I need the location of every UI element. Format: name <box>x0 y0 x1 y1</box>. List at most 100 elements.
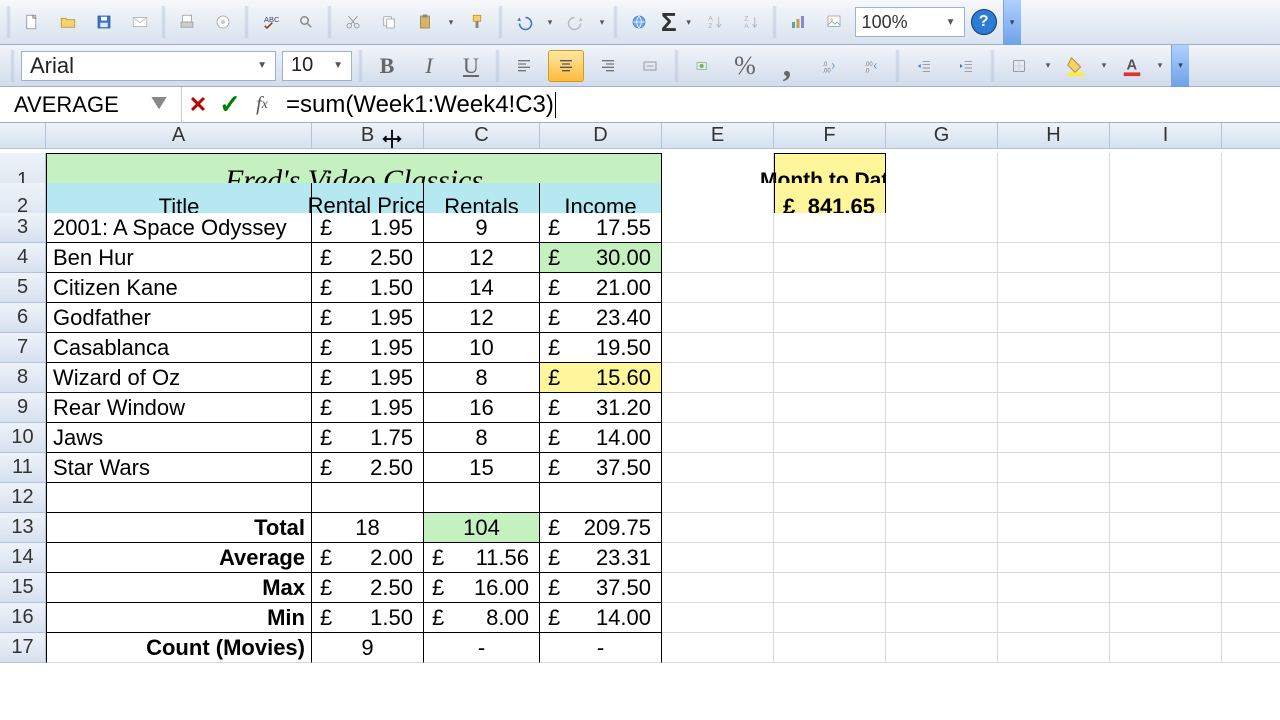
cell[interactable] <box>1110 453 1222 483</box>
format-painter-button[interactable] <box>462 5 492 39</box>
row-header-6[interactable]: 6 <box>0 303 46 333</box>
cell[interactable] <box>1222 483 1280 513</box>
cell[interactable] <box>662 633 774 663</box>
cell[interactable] <box>1110 243 1222 273</box>
data-rentals[interactable]: 15 <box>424 453 540 483</box>
cell[interactable] <box>886 243 998 273</box>
cell[interactable] <box>1110 213 1222 243</box>
borders-button[interactable] <box>1001 50 1037 82</box>
cell[interactable] <box>1110 543 1222 573</box>
data-income[interactable]: £37.50 <box>540 453 662 483</box>
stats-total-b[interactable]: 18 <box>312 513 424 543</box>
column-header-J[interactable] <box>1222 123 1280 149</box>
stats-min-c[interactable]: £8.00 <box>424 603 540 633</box>
percent-button[interactable]: % <box>727 50 763 82</box>
data-price[interactable]: £1.95 <box>312 303 424 333</box>
row-header-13[interactable]: 13 <box>0 513 46 543</box>
cell[interactable] <box>774 273 886 303</box>
column-header-C[interactable]: C <box>424 123 540 149</box>
data-income[interactable]: £31.20 <box>540 393 662 423</box>
drawing-button[interactable] <box>819 5 849 39</box>
formula-cancel-button[interactable]: ✕ <box>182 89 214 121</box>
decrease-indent-button[interactable] <box>906 50 942 82</box>
font-name-select[interactable]: Arial ▼ <box>21 51 276 81</box>
cell[interactable] <box>662 483 774 513</box>
hyperlink-button[interactable] <box>624 5 654 39</box>
cell[interactable] <box>46 483 312 513</box>
cell[interactable] <box>886 303 998 333</box>
cell[interactable] <box>1110 573 1222 603</box>
redo-button[interactable] <box>561 5 591 39</box>
data-rentals[interactable]: 14 <box>424 273 540 303</box>
cell[interactable] <box>886 453 998 483</box>
cell[interactable] <box>662 423 774 453</box>
data-income[interactable]: £17.55 <box>540 213 662 243</box>
row-header-15[interactable]: 15 <box>0 573 46 603</box>
cell[interactable] <box>662 273 774 303</box>
stats-max-c[interactable]: £16.00 <box>424 573 540 603</box>
save-button[interactable] <box>89 5 119 39</box>
paste-dropdown[interactable]: ▾ <box>446 17 456 28</box>
merge-cells-button[interactable] <box>632 50 668 82</box>
data-price[interactable]: £2.50 <box>312 243 424 273</box>
row-header-17[interactable]: 17 <box>0 633 46 663</box>
cell[interactable] <box>312 483 424 513</box>
stats-max-label[interactable]: Max <box>46 573 312 603</box>
cell[interactable] <box>1110 393 1222 423</box>
cell[interactable] <box>1110 363 1222 393</box>
stats-avg-d[interactable]: £23.31 <box>540 543 662 573</box>
data-price[interactable]: £1.50 <box>312 273 424 303</box>
data-title[interactable]: Ben Hur <box>46 243 312 273</box>
align-left-button[interactable] <box>506 50 542 82</box>
bold-button[interactable]: B <box>369 50 405 82</box>
cell[interactable] <box>1222 453 1280 483</box>
cell[interactable] <box>886 633 998 663</box>
formula-input[interactable]: =sum(Week1:Week4!C3) <box>278 87 1280 123</box>
currency-button[interactable] <box>685 50 721 82</box>
cell[interactable] <box>662 213 774 243</box>
align-right-button[interactable] <box>590 50 626 82</box>
cell[interactable] <box>998 513 1110 543</box>
data-rentals[interactable]: 8 <box>424 363 540 393</box>
stats-total-d[interactable]: £209.75 <box>540 513 662 543</box>
column-header-F[interactable]: F <box>774 123 886 149</box>
cell[interactable] <box>774 243 886 273</box>
copy-button[interactable] <box>374 5 404 39</box>
cell[interactable] <box>1222 363 1280 393</box>
paste-button[interactable] <box>410 5 440 39</box>
cell[interactable] <box>662 393 774 423</box>
cell[interactable] <box>774 483 886 513</box>
data-price[interactable]: £2.50 <box>312 453 424 483</box>
stats-total-c[interactable]: 104 <box>424 513 540 543</box>
data-rentals[interactable]: 12 <box>424 243 540 273</box>
cell[interactable] <box>1110 273 1222 303</box>
cell[interactable] <box>998 453 1110 483</box>
stats-min-label[interactable]: Min <box>46 603 312 633</box>
cell[interactable] <box>1222 543 1280 573</box>
toolbar-overflow-button[interactable]: ▾ <box>1171 45 1189 87</box>
data-title[interactable]: Wizard of Oz <box>46 363 312 393</box>
cell[interactable] <box>886 513 998 543</box>
data-rentals[interactable]: 16 <box>424 393 540 423</box>
comma-style-button[interactable]: , <box>769 50 805 82</box>
cell[interactable] <box>886 213 998 243</box>
column-header-D[interactable]: D <box>540 123 662 149</box>
row-header-5[interactable]: 5 <box>0 273 46 303</box>
cell[interactable] <box>1222 213 1280 243</box>
print-preview-button[interactable] <box>172 5 202 39</box>
fill-color-dropdown[interactable]: ▾ <box>1099 60 1109 71</box>
data-price[interactable]: £1.95 <box>312 363 424 393</box>
formula-accept-button[interactable]: ✓ <box>214 89 246 121</box>
stats-count-d[interactable]: - <box>540 633 662 663</box>
data-rentals[interactable]: 10 <box>424 333 540 363</box>
cell[interactable] <box>1222 333 1280 363</box>
name-box[interactable]: AVERAGE <box>0 87 182 123</box>
cell[interactable] <box>998 543 1110 573</box>
cell[interactable] <box>774 603 886 633</box>
data-rentals[interactable]: 9 <box>424 213 540 243</box>
cell[interactable] <box>774 513 886 543</box>
cell[interactable] <box>662 363 774 393</box>
cell[interactable] <box>1110 303 1222 333</box>
cell[interactable] <box>998 573 1110 603</box>
undo-button[interactable] <box>509 5 539 39</box>
